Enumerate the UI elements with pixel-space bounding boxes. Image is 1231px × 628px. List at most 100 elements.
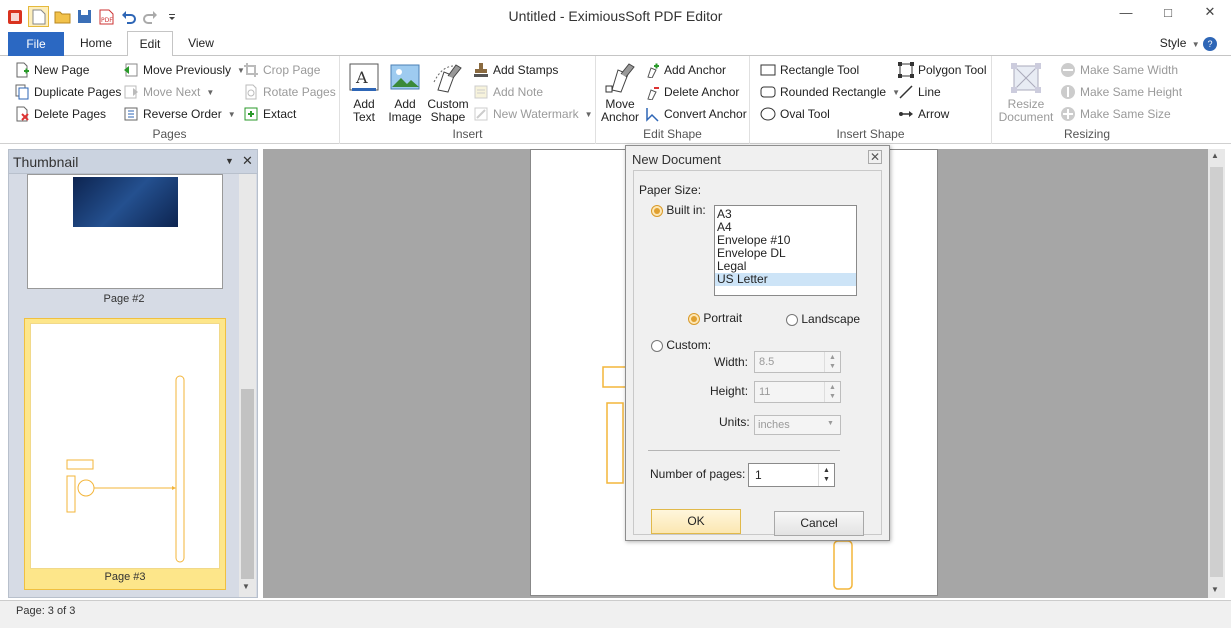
arrow-tool-label: Arrow: [918, 107, 950, 121]
panel-menu-icon[interactable]: ▼: [225, 156, 234, 166]
scroll-up-icon[interactable]: ▲: [1211, 151, 1219, 160]
built-in-option[interactable]: Built in:: [651, 203, 706, 217]
add-text-button[interactable]: A Add Text: [342, 62, 386, 124]
chevron-down-icon: ▼: [1191, 40, 1200, 49]
cancel-button[interactable]: Cancel: [774, 511, 864, 536]
custom-label: Custom:: [666, 338, 712, 352]
dialog-close-icon[interactable]: ✕: [868, 150, 882, 164]
scroll-down-icon[interactable]: ▼: [242, 582, 250, 591]
ok-button[interactable]: OK: [651, 509, 741, 534]
duplicate-icon: [15, 84, 29, 100]
scroll-down-icon[interactable]: ▼: [1211, 585, 1219, 594]
thumbnail-title: Thumbnail: [13, 154, 79, 170]
add-note-label: Add Note: [493, 85, 544, 99]
delete-anchor-button[interactable]: Delete Anchor: [644, 82, 739, 102]
maximize-button[interactable]: □: [1147, 0, 1189, 24]
thumbnail-image: [73, 177, 178, 227]
landscape-label: Landscape: [801, 312, 861, 326]
paper-size-option[interactable]: A3: [715, 208, 856, 221]
pen-tool-icon: [433, 64, 462, 93]
group-pages: New Page Duplicate Pages Delete Pages Mo…: [0, 56, 340, 144]
rounded-rectangle-button[interactable]: Rounded Rectangle ▼: [760, 82, 900, 102]
same-size-icon: [1061, 107, 1075, 121]
style-menu[interactable]: Style ▼ ?: [1160, 36, 1217, 51]
built-in-radio[interactable]: [651, 204, 663, 217]
paper-size-option-selected[interactable]: US Letter: [715, 273, 856, 286]
crop-page-button: Crop Page: [243, 60, 320, 80]
make-same-height-button: Make Same Height: [1060, 82, 1182, 102]
thumbnail-shapes: [66, 375, 185, 563]
arrow-icon: [899, 111, 913, 117]
add-anchor-icon: [647, 63, 659, 78]
width-value: 8.5: [759, 356, 775, 368]
paper-size-list[interactable]: A3 A4 Envelope #10 Envelope DL Legal US …: [714, 205, 857, 296]
tab-edit[interactable]: Edit: [127, 31, 173, 57]
minimize-button[interactable]: —: [1105, 0, 1147, 24]
duplicate-pages-button[interactable]: Duplicate Pages: [14, 82, 121, 102]
dialog-title-bar: New Document ✕: [626, 146, 889, 170]
tab-file[interactable]: File: [8, 32, 64, 56]
line-tool-button[interactable]: Line: [898, 82, 941, 102]
extract-icon: [244, 107, 258, 121]
rounded-rectangle-label: Rounded Rectangle: [780, 85, 887, 99]
height-input[interactable]: 11 ▲ ▼: [754, 381, 841, 403]
polygon-tool-button[interactable]: Polygon Tool: [898, 60, 987, 80]
portrait-radio[interactable]: [688, 312, 700, 325]
width-label: Width:: [714, 355, 749, 369]
move-previously-button[interactable]: Move Previously ▼: [123, 60, 245, 80]
dialog-content: Paper Size: Built in: A3 A4 Envelope #10…: [633, 170, 882, 536]
extract-button[interactable]: Extact: [243, 104, 296, 124]
custom-option[interactable]: Custom:: [651, 338, 711, 352]
thumbnail-scrollbar[interactable]: ▼: [239, 174, 256, 597]
polygon-tool-label: Polygon Tool: [918, 63, 987, 77]
window-controls: — □ ✕: [1105, 0, 1231, 24]
line-tool-label: Line: [918, 85, 941, 99]
units-select[interactable]: inches ▼: [754, 415, 841, 435]
reverse-order-button[interactable]: Reverse Order ▼: [123, 104, 236, 124]
portrait-option[interactable]: Portrait: [688, 311, 742, 325]
convert-anchor-button[interactable]: Convert Anchor: [644, 104, 747, 124]
custom-radio[interactable]: [651, 339, 663, 352]
panel-close-icon[interactable]: ✕: [242, 153, 253, 169]
tab-home[interactable]: Home: [70, 31, 122, 56]
group-caption-resizing: Resizing: [1063, 127, 1111, 141]
style-label: Style: [1159, 36, 1187, 50]
add-anchor-button[interactable]: Add Anchor: [644, 60, 726, 80]
add-image-button[interactable]: Add Image: [383, 62, 427, 124]
landscape-option[interactable]: Landscape: [786, 312, 860, 326]
resize-document-icon: [1011, 63, 1041, 93]
thumbnail-page-2[interactable]: [27, 174, 223, 289]
oval-tool-button[interactable]: Oval Tool: [760, 104, 830, 124]
number-of-pages-label: Number of pages:: [650, 467, 746, 481]
close-button[interactable]: ✕: [1189, 0, 1231, 24]
move-anchor-button[interactable]: Move Anchor: [598, 62, 642, 124]
delete-pages-button[interactable]: Delete Pages: [14, 104, 106, 124]
width-input[interactable]: 8.5 ▲ ▼: [754, 351, 841, 373]
reverse-order-label: Reverse Order: [143, 107, 222, 121]
add-stamps-button[interactable]: Add Stamps: [473, 60, 558, 80]
make-same-width-label: Make Same Width: [1080, 63, 1179, 77]
rectangle-tool-button[interactable]: Rectangle Tool: [760, 60, 859, 80]
new-page-button[interactable]: New Page: [14, 60, 89, 80]
rounded-rectangle-icon: [760, 86, 776, 98]
width-stepper[interactable]: ▲ ▼: [824, 352, 840, 372]
pages-stepper[interactable]: ▲ ▼: [818, 464, 834, 486]
landscape-radio[interactable]: [786, 313, 798, 326]
add-image-icon: [390, 64, 420, 90]
units-label: Units:: [719, 415, 750, 429]
group-caption-insert: Insert: [452, 127, 483, 141]
thumbnail-label-page-2: Page #2: [103, 293, 145, 305]
thumbnail-scroll-thumb[interactable]: [241, 389, 254, 579]
number-of-pages-input[interactable]: 1 ▲ ▼: [748, 463, 835, 487]
help-icon[interactable]: ?: [1203, 36, 1217, 51]
thumbnail-page-3[interactable]: Page #3: [24, 318, 226, 590]
height-stepper[interactable]: ▲ ▼: [824, 382, 840, 402]
custom-shape-button[interactable]: Custom Shape: [426, 62, 470, 124]
arrow-tool-button[interactable]: Arrow: [898, 104, 949, 124]
canvas-scroll-thumb[interactable]: [1210, 167, 1223, 577]
chevron-down-icon: ▼: [206, 87, 215, 97]
canvas-scrollbar[interactable]: ▲ ▼: [1208, 149, 1225, 598]
move-anchor-icon: [605, 63, 635, 93]
tab-view[interactable]: View: [178, 31, 224, 56]
number-of-pages-value: 1: [755, 468, 762, 482]
